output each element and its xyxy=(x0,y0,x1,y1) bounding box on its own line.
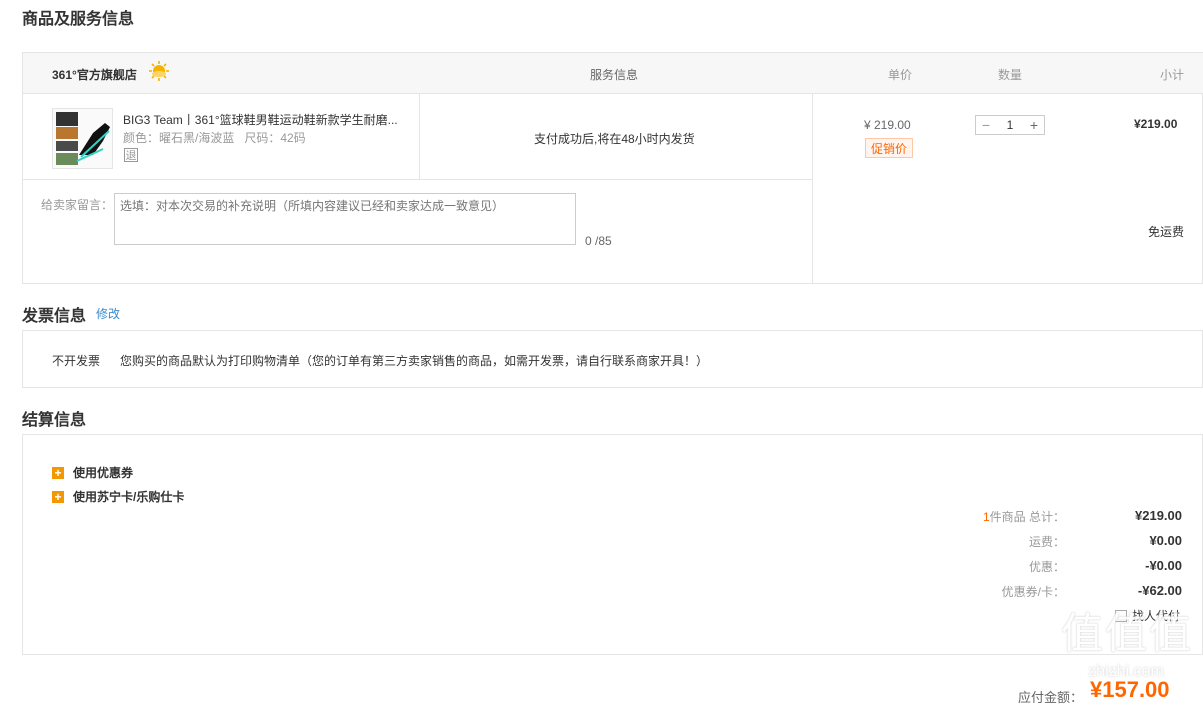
invoice-note: 您购买的商品默认为打印购物清单（您的订单有第三方卖家销售的商品，如需开发票，请自… xyxy=(120,354,709,368)
invoice-section-title: 发票信息 xyxy=(22,308,87,325)
items-count: 1 xyxy=(982,510,990,524)
coupon-toggle[interactable]: + 使用优惠券 xyxy=(52,464,133,481)
product-name[interactable]: BIG3 Team丨361°篮球鞋男鞋运动鞋新款学生耐磨... xyxy=(123,111,408,128)
return-badge: 退 xyxy=(124,148,138,162)
invoice-edit-link[interactable]: 修改 xyxy=(96,305,120,322)
coupon-toggle-label: 使用优惠券 xyxy=(73,466,134,480)
discount-value: -¥0.00 xyxy=(1145,558,1182,573)
message-label: 给卖家留言： xyxy=(41,198,114,212)
divider xyxy=(812,94,813,283)
payable-label: 应付金额： xyxy=(1018,690,1084,705)
card-toggle[interactable]: + 使用苏宁卡/乐购仕卡 xyxy=(52,488,184,505)
proxy-pay-label: 找人代付 xyxy=(1132,609,1181,623)
message-counter: 0 /85 xyxy=(585,234,612,248)
quantity-minus-button[interactable]: − xyxy=(976,116,996,134)
coupon-value: -¥62.00 xyxy=(1137,583,1182,598)
goods-section-title: 商品及服务信息 xyxy=(22,11,135,28)
plus-icon: + xyxy=(52,466,64,479)
shipping-value: ¥0.00 xyxy=(1149,533,1182,548)
header-service-info: 服务信息 xyxy=(590,68,639,82)
coupon-label: 优惠券/卡： xyxy=(1001,585,1065,599)
promo-tag: 促销价 xyxy=(865,138,914,158)
store-name[interactable]: 361°官方旗舰店 xyxy=(52,66,137,83)
discount-label: 优惠： xyxy=(1028,560,1065,574)
items-count-label: 件商品 总计： xyxy=(989,510,1065,524)
payable-amount: ¥157.00 xyxy=(1090,677,1170,702)
items-count-line: 1件商品 总计： xyxy=(900,508,1065,525)
card-toggle-label: 使用苏宁卡/乐购仕卡 xyxy=(73,490,185,504)
settlement-section-title: 结算信息 xyxy=(22,412,87,429)
unit-price: ¥ 219.00 xyxy=(864,118,911,132)
header-subtotal: 小计 xyxy=(1160,68,1185,82)
product-attributes: 颜色：曜石黑/海波蓝 尺码：42码 xyxy=(123,131,306,145)
proxy-pay-checkbox[interactable] xyxy=(1115,609,1127,622)
product-thumbnail[interactable] xyxy=(52,108,113,169)
goods-total: ¥219.00 xyxy=(1135,508,1182,523)
quantity-plus-button[interactable]: + xyxy=(1024,116,1044,134)
plus-icon: + xyxy=(52,490,64,503)
service-text: 支付成功后,将在48小时内发货 xyxy=(534,132,695,146)
invoice-type: 不开发票 xyxy=(52,354,101,368)
header-quantity: 数量 xyxy=(998,68,1023,82)
store-badge-icon xyxy=(149,61,169,81)
divider xyxy=(419,94,420,180)
quantity-stepper: − 1 + xyxy=(975,115,1045,135)
divider xyxy=(23,179,812,180)
quantity-input[interactable]: 1 xyxy=(996,116,1024,134)
item-subtotal: ¥219.00 xyxy=(1134,117,1178,131)
shipping-label: 运费： xyxy=(1028,535,1065,549)
seller-message-input[interactable] xyxy=(114,193,576,245)
header-unit-price: 单价 xyxy=(888,68,913,82)
shipping-free: 免运费 xyxy=(1148,225,1185,239)
proxy-pay-option[interactable]: 找人代付 xyxy=(1115,607,1180,624)
